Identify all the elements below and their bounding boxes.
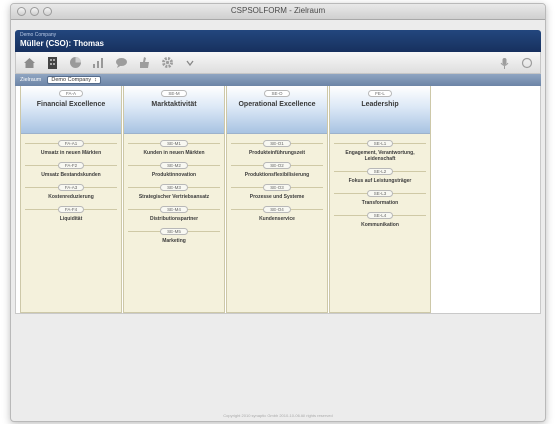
objective-item[interactable]: SE-L3 Transformation bbox=[330, 190, 430, 206]
objective-label: Produkteinführungszeit bbox=[248, 150, 306, 156]
objective-code-badge: SE-L4 bbox=[366, 212, 394, 219]
objective-code-badge: SE-O2 bbox=[263, 162, 291, 169]
objective-code-badge: SE-O3 bbox=[263, 184, 291, 191]
power-icon[interactable] bbox=[520, 56, 534, 70]
toolbar bbox=[15, 52, 541, 74]
objective-code-badge: SE-O4 bbox=[263, 206, 291, 213]
perspective-code-badge: FA-A bbox=[58, 90, 83, 97]
objective-label: Kommunikation bbox=[361, 222, 399, 228]
perspective-title: Marktaktivität bbox=[151, 101, 197, 108]
objective-item[interactable]: SE-M1 Kunden in neuen Märkten bbox=[124, 140, 224, 156]
objective-item[interactable]: SE-L1 Engagement, Verantwortung, Leidens… bbox=[330, 140, 430, 162]
objective-code-badge: SE-L1 bbox=[366, 140, 394, 147]
objective-item[interactable]: FA-F4 Liquidität bbox=[21, 206, 121, 222]
perspective-column-operational: SE-O Operational Excellence SE-O1 Produk… bbox=[226, 86, 328, 313]
column-header[interactable]: FA-A Financial Excellence bbox=[21, 86, 121, 134]
thumbs-icon[interactable] bbox=[137, 56, 151, 70]
objective-label: Strategischer Vertriebsansatz bbox=[138, 194, 210, 200]
microphone-icon[interactable] bbox=[497, 56, 511, 70]
perspective-column-leadership: FE-L Leadership SE-L1 Engagement, Verant… bbox=[329, 86, 431, 313]
objective-code-badge: SE-M3 bbox=[160, 184, 188, 191]
objective-code-badge: FA-F4 bbox=[57, 206, 85, 213]
perspective-code-badge: SE-M bbox=[161, 90, 187, 97]
home-icon[interactable] bbox=[22, 56, 36, 70]
objective-label: Kunden in neuen Märkten bbox=[143, 150, 205, 156]
app-header: Demo Company Müller (CSO): Thomas bbox=[15, 30, 541, 52]
column-header[interactable]: SE-M Marktaktivität bbox=[124, 86, 224, 134]
user-name: Müller (CSO): Thomas bbox=[20, 39, 105, 48]
objective-item[interactable]: SE-O2 Produktionsflexibilisierung bbox=[227, 162, 327, 178]
objective-code-badge: SE-O1 bbox=[263, 140, 291, 147]
window-title: CSPSOLFORM - Zielraum bbox=[230, 6, 326, 15]
objective-label: Produktionsflexibilisierung bbox=[244, 172, 310, 178]
objective-item[interactable]: FA-F2 Umsatz Bestandskunden bbox=[21, 162, 121, 178]
objective-code-badge: SE-M4 bbox=[160, 206, 188, 213]
objective-item[interactable]: SE-M2 Produktinnovation bbox=[124, 162, 224, 178]
app-window: CSPSOLFORM - Zielraum Demo Company Mülle… bbox=[10, 3, 546, 422]
company-select[interactable]: Demo Company ↕ bbox=[47, 76, 101, 84]
perspective-title: Leadership bbox=[361, 101, 399, 108]
objective-code-badge: FA-A3 bbox=[57, 184, 85, 191]
column-header[interactable]: FE-L Leadership bbox=[330, 86, 430, 134]
objective-label: Umsatz Bestandskunden bbox=[41, 172, 101, 178]
objective-code-badge: FA-F2 bbox=[57, 162, 85, 169]
footer-copyright: Copyright 2010 synaptic Gmbh 2010-10-06 … bbox=[223, 413, 333, 418]
objective-code-badge: SE-M1 bbox=[160, 140, 188, 147]
perspective-title: Financial Excellence bbox=[36, 101, 106, 108]
objective-label: Kostenreduzierung bbox=[48, 194, 94, 200]
perspective-code-badge: SE-O bbox=[264, 90, 290, 97]
objective-label: Marketing bbox=[162, 238, 186, 244]
column-header[interactable]: SE-O Operational Excellence bbox=[227, 86, 327, 134]
objective-item[interactable]: SE-L4 Kommunikation bbox=[330, 212, 430, 228]
objective-item[interactable]: SE-M3 Strategischer Vertriebsansatz bbox=[124, 184, 224, 200]
objective-label: Umsatz in neuen Märkten bbox=[40, 150, 102, 156]
objective-label: Prozesse und Systeme bbox=[249, 194, 305, 200]
company-select-value: Demo Company bbox=[51, 77, 92, 83]
filter-bar: Zielraum Demo Company ↕ bbox=[15, 74, 541, 86]
objective-code-badge: SE-L2 bbox=[366, 168, 394, 175]
objective-item[interactable]: SE-L2 Fokus auf Leistungsträger bbox=[330, 168, 430, 184]
objective-item[interactable]: FA-A1 Umsatz in neuen Märkten bbox=[21, 140, 121, 156]
perspective-column-financial: FA-A Financial Excellence FA-A1 Umsatz i… bbox=[20, 86, 122, 313]
strategy-board: FA-A Financial Excellence FA-A1 Umsatz i… bbox=[15, 86, 541, 314]
objective-label: Transformation bbox=[361, 200, 399, 206]
speech-bubble-icon[interactable] bbox=[114, 56, 128, 70]
objective-code-badge: SE-M5 bbox=[160, 228, 188, 235]
objective-code-badge: SE-M2 bbox=[160, 162, 188, 169]
perspective-code-badge: FE-L bbox=[368, 90, 392, 97]
objective-label: Produktinnovation bbox=[151, 172, 197, 178]
building-icon[interactable] bbox=[45, 56, 59, 70]
objective-item[interactable]: SE-O1 Produkteinführungszeit bbox=[227, 140, 327, 156]
title-bar: CSPSOLFORM - Zielraum bbox=[11, 4, 545, 20]
objective-label: Distributionspartner bbox=[149, 216, 199, 222]
objective-label: Liquidität bbox=[59, 216, 83, 222]
gear-icon[interactable] bbox=[160, 56, 174, 70]
select-caret-icon: ↕ bbox=[94, 77, 97, 83]
objective-label: Engagement, Verantwortung, Leidenschaft bbox=[345, 150, 415, 162]
toolbar-right bbox=[497, 56, 534, 70]
dropdown-arrow-icon[interactable] bbox=[183, 56, 197, 70]
objective-item[interactable]: SE-M5 Marketing bbox=[124, 228, 224, 244]
perspective-column-market: SE-M Marktaktivität SE-M1 Kunden in neue… bbox=[123, 86, 225, 313]
perspective-title: Operational Excellence bbox=[238, 101, 316, 108]
bar-chart-icon[interactable] bbox=[91, 56, 105, 70]
objective-code-badge: SE-L3 bbox=[366, 190, 394, 197]
filter-label: Zielraum bbox=[20, 77, 42, 83]
objective-item[interactable]: FA-A3 Kostenreduzierung bbox=[21, 184, 121, 200]
objective-code-badge: FA-A1 bbox=[57, 140, 85, 147]
objective-item[interactable]: SE-O4 Kundenservice bbox=[227, 206, 327, 222]
objective-item[interactable]: SE-M4 Distributionspartner bbox=[124, 206, 224, 222]
chart-pie-icon[interactable] bbox=[68, 56, 82, 70]
objective-item[interactable]: SE-O3 Prozesse und Systeme bbox=[227, 184, 327, 200]
objective-label: Fokus auf Leistungsträger bbox=[348, 178, 412, 184]
objective-label: Kundenservice bbox=[259, 216, 295, 222]
